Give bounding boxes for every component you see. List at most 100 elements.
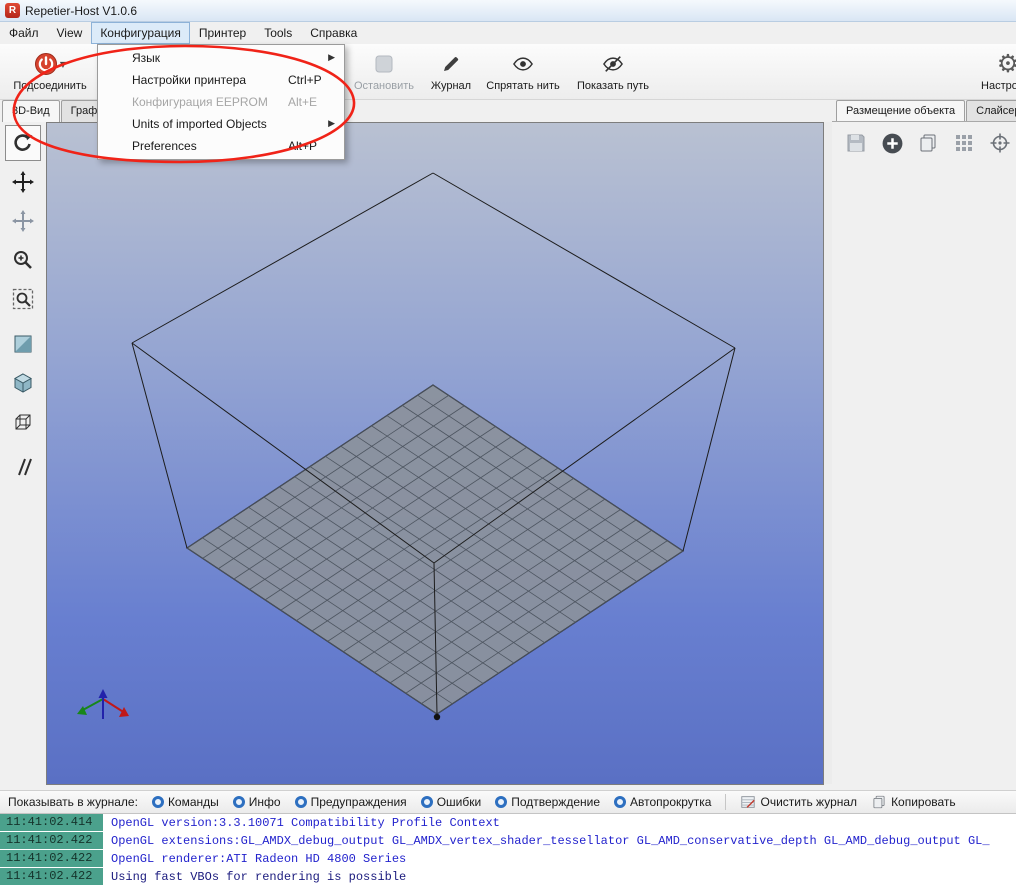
- 3d-scene: [47, 123, 823, 784]
- connect-label: Подсоединить: [13, 80, 86, 92]
- toolbar-separator: [725, 794, 726, 810]
- menu-config[interactable]: Конфигурация: [91, 22, 190, 44]
- log-view[interactable]: 11:41:02.414 OpenGL version:3.3.10071 Co…: [0, 814, 1016, 886]
- submenu-arrow-icon: ▶: [328, 53, 335, 63]
- grid-array-icon: [953, 132, 975, 154]
- tab-3d-view[interactable]: 3D-Вид: [2, 100, 60, 122]
- floppy-icon: [845, 132, 867, 154]
- menu-printer[interactable]: Принтер: [190, 22, 255, 44]
- show-travel-label: Показать путь: [577, 80, 649, 92]
- pencil-icon: [440, 53, 462, 75]
- plus-circle-icon: [881, 132, 904, 155]
- eye-icon: [510, 54, 536, 74]
- panel-splitter[interactable]: [824, 122, 832, 784]
- log-message: OpenGL version:3.3.10071 Compatibility P…: [111, 816, 500, 830]
- menu-item-label: Настройки принтера: [132, 73, 246, 87]
- filter-errors-toggle[interactable]: Ошибки: [421, 795, 482, 809]
- filter-ack-toggle[interactable]: Подтверждение: [495, 795, 600, 809]
- rotate-view-button[interactable]: [5, 125, 41, 161]
- menu-view[interactable]: View: [48, 22, 92, 44]
- toggle-log-button[interactable]: Журнал: [424, 46, 478, 97]
- filter-dot-icon: [421, 796, 433, 808]
- print-volume-canvas[interactable]: [46, 122, 824, 785]
- clear-log-button[interactable]: Очистить журнал: [740, 794, 857, 810]
- hide-filament-label: Спрятать нить: [486, 80, 559, 92]
- front-view-icon: [11, 332, 35, 356]
- menu-bar: Файл View Конфигурация Принтер Tools Спр…: [0, 22, 1016, 44]
- move-object-button[interactable]: [5, 164, 41, 200]
- zoom-in-button[interactable]: [5, 242, 41, 278]
- copy-icon: [917, 132, 939, 154]
- menu-tools[interactable]: Tools: [255, 22, 301, 44]
- wire-cube-icon: [11, 410, 35, 434]
- menu-help[interactable]: Справка: [301, 22, 366, 44]
- log-filter-label: Показывать в журнале:: [8, 795, 138, 809]
- config-dropdown-menu: Язык ▶ Настройки принтера Ctrl+P Конфигу…: [97, 44, 345, 160]
- title-bar: R Repetier-Host V1.0.6: [0, 0, 1016, 22]
- iso-cube-icon: [11, 371, 35, 395]
- menu-file[interactable]: Файл: [0, 22, 48, 44]
- view-front-button[interactable]: [5, 326, 41, 362]
- app-logo-icon: R: [5, 3, 20, 18]
- filter-dot-icon: [614, 796, 626, 808]
- dropdown-arrow-icon[interactable]: ▼: [60, 60, 66, 69]
- tab-object-placement[interactable]: Размещение объекта: [836, 100, 965, 122]
- log-message: Using fast VBOs for rendering is possibl…: [111, 870, 406, 884]
- show-travel-button[interactable]: Показать путь: [568, 46, 658, 97]
- move-icon: [11, 170, 35, 194]
- log-timestamp: 11:41:02.422: [0, 868, 103, 885]
- filter-dot-icon: [233, 796, 245, 808]
- parallel-lines-icon: [11, 455, 35, 479]
- copy-log-button[interactable]: Копировать: [871, 794, 956, 810]
- copy-icon: [871, 794, 887, 810]
- settings-button[interactable]: ⚙ Настройки: [968, 46, 1016, 97]
- move-printhead-button[interactable]: [5, 203, 41, 239]
- log-row: 11:41:02.422 OpenGL renderer:ATI Radeon …: [0, 850, 1016, 867]
- menu-item-label: Конфигурация EEPROM: [132, 95, 268, 109]
- rotate-icon: [11, 131, 35, 155]
- copy-object-button[interactable]: [916, 131, 940, 155]
- menu-item-shortcut: Ctrl+P: [288, 73, 322, 87]
- zoom-in-icon: [11, 248, 35, 272]
- settings-label: Настройки: [981, 80, 1016, 92]
- menu-item-printer-settings[interactable]: Настройки принтера Ctrl+P: [98, 69, 344, 91]
- parallel-projection-button[interactable]: [5, 449, 41, 485]
- filter-dot-icon: [152, 796, 164, 808]
- view-iso-button[interactable]: [5, 365, 41, 401]
- object-toolbar: [832, 122, 1016, 155]
- repetier-host-window: R Repetier-Host V1.0.6 Файл View Конфигу…: [0, 0, 1016, 886]
- autoposition-button[interactable]: [952, 131, 976, 155]
- log-timestamp: 11:41:02.422: [0, 832, 103, 849]
- hide-filament-button[interactable]: Спрятать нить: [480, 46, 566, 97]
- clear-log-icon: [740, 794, 756, 810]
- menu-item-preferences[interactable]: Preferences Alt+P: [98, 135, 344, 157]
- move-printhead-icon: [11, 209, 35, 233]
- zoom-fit-button[interactable]: [5, 281, 41, 317]
- zoom-fit-icon: [11, 287, 35, 311]
- view-cube-button[interactable]: [5, 404, 41, 440]
- tab-slicer[interactable]: Слайсер: [966, 100, 1016, 122]
- menu-item-import-units[interactable]: Units of imported Objects ▶: [98, 113, 344, 135]
- right-panel-tab-bar: Размещение объекта Слайсер: [836, 100, 1016, 122]
- filter-dot-icon: [295, 796, 307, 808]
- log-label: Журнал: [431, 80, 471, 92]
- connect-button[interactable]: ▼ Подсоединить: [4, 46, 96, 97]
- filter-warnings-toggle[interactable]: Предупраждения: [295, 795, 407, 809]
- save-object-button: [844, 131, 868, 155]
- log-filter-bar: Показывать в журнале: Команды Инфо Преду…: [0, 790, 1016, 814]
- center-object-button[interactable]: [988, 131, 1012, 155]
- log-message: OpenGL renderer:ATI Radeon HD 4800 Serie…: [111, 852, 406, 866]
- menu-item-shortcut: Alt+E: [288, 95, 317, 109]
- filter-autoscroll-toggle[interactable]: Автопрокрутка: [614, 795, 711, 809]
- menu-item-eeprom-config: Конфигурация EEPROM Alt+E: [98, 91, 344, 113]
- gear-icon: ⚙: [997, 52, 1016, 76]
- log-timestamp: 11:41:02.414: [0, 814, 103, 831]
- target-icon: [989, 132, 1011, 154]
- filter-info-toggle[interactable]: Инфо: [233, 795, 281, 809]
- log-message: OpenGL extensions:GL_AMDX_debug_output G…: [111, 834, 990, 848]
- add-object-button[interactable]: [880, 131, 904, 155]
- view-tool-strip: [0, 122, 45, 783]
- log-row: 11:41:02.422 OpenGL extensions:GL_AMDX_d…: [0, 832, 1016, 849]
- menu-item-language[interactable]: Язык ▶: [98, 47, 344, 69]
- filter-commands-toggle[interactable]: Команды: [152, 795, 219, 809]
